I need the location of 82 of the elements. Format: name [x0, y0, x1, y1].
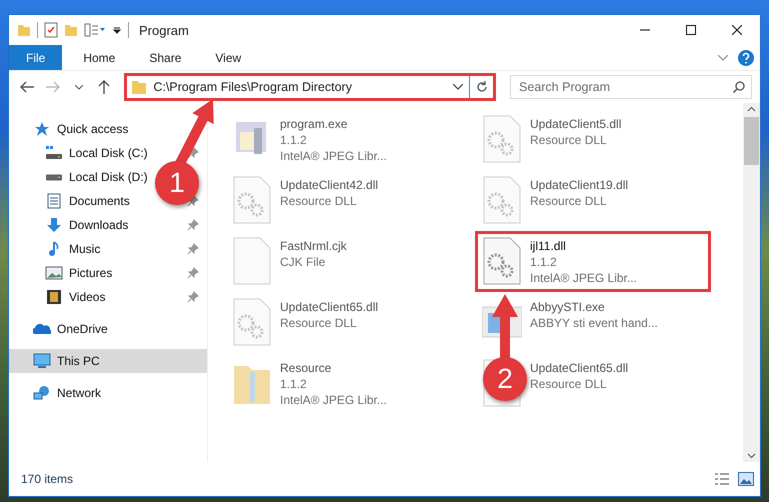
properties-icon[interactable]: [84, 23, 106, 37]
large-icons-view-icon[interactable]: [738, 472, 754, 486]
sidebar-item[interactable]: Pictures: [9, 261, 114, 285]
drive-icon: [45, 174, 63, 180]
step-badge: 1: [155, 161, 199, 205]
file-detail: Resource DLL: [280, 194, 358, 208]
ribbon-tab[interactable]: Home: [66, 45, 132, 70]
details-view-icon[interactable]: [714, 472, 730, 486]
film-icon: [45, 289, 63, 305]
star-icon: [33, 121, 51, 137]
monitor-icon: [33, 353, 51, 369]
file-detail: Resource DLL: [530, 133, 608, 147]
sidebar-item[interactable]: Local Disk (C:): [9, 141, 150, 165]
file-detail: CJK File: [280, 255, 326, 269]
cloud-icon: [33, 321, 51, 337]
file-detail: Resource DLL: [530, 194, 608, 208]
close-icon: [732, 25, 742, 35]
file-detail: Resource DLL: [280, 316, 358, 330]
forward-arrow-icon: [46, 81, 60, 93]
file-name[interactable]: ijl11.dll: [530, 239, 637, 253]
file-name[interactable]: program.exe: [280, 117, 387, 131]
ribbon-tab[interactable]: File: [9, 45, 62, 70]
file-name[interactable]: UpdateClient5.dll: [530, 117, 622, 131]
document-icon: [45, 193, 63, 209]
file-item[interactable]: ijl11.dll 1.1.2 IntelA® JPEG Libr...: [475, 231, 711, 292]
up-arrow-icon: [98, 80, 110, 94]
scroll-thumb[interactable]: [744, 117, 759, 165]
sidebar-item[interactable]: Local Disk (D:): [9, 165, 150, 189]
file-name[interactable]: UpdateClient65.dll: [530, 361, 628, 375]
file-detail: 1.1.2: [280, 377, 308, 391]
blank-file-icon: [232, 237, 272, 285]
gear-file-icon: [482, 115, 522, 163]
sidebar-item[interactable]: OneDrive: [9, 317, 110, 341]
address-bar[interactable]: C:\Program Files\Program Directory: [124, 73, 496, 101]
help-icon[interactable]: [738, 50, 754, 66]
ribbon-tab[interactable]: Share: [132, 45, 198, 70]
item-count: 170 items: [21, 472, 74, 486]
sidebar-item[interactable]: Quick access: [9, 117, 130, 141]
file-name[interactable]: Resource: [280, 361, 387, 375]
gear-file-icon: [482, 237, 522, 285]
gear-file-icon: [232, 176, 272, 224]
file-name[interactable]: UpdateClient19.dll: [530, 178, 628, 192]
window-title: Program: [139, 22, 189, 38]
refresh-icon: [476, 81, 488, 93]
file-name[interactable]: UpdateClient65.dll: [280, 300, 378, 314]
minimize-icon: [640, 29, 650, 31]
gear-file-icon: [232, 298, 272, 346]
picture-icon: [45, 265, 63, 281]
scrollbar[interactable]: [743, 103, 760, 462]
gear-file-icon: [482, 176, 522, 224]
sidebar-item[interactable]: Documents: [9, 189, 132, 213]
back-arrow-icon: [20, 81, 34, 93]
maximize-icon: [686, 25, 696, 35]
file-name[interactable]: AbbyySTI.exe: [530, 300, 658, 314]
search-icon: [733, 81, 746, 93]
file-detail: Resource DLL: [530, 377, 608, 391]
address-path: C:\Program Files\Program Directory: [153, 80, 353, 94]
folder-icon: [131, 79, 148, 95]
caret-icon[interactable]: [112, 25, 122, 35]
network-globe-icon: [33, 385, 51, 401]
chevron-down-icon[interactable]: [718, 54, 728, 60]
sidebar-item[interactable]: Videos: [9, 285, 108, 309]
file-detail: 1.1.2: [530, 255, 558, 269]
download-arrow-icon: [45, 217, 63, 233]
file-detail: IntelA® JPEG Libr...: [280, 149, 387, 163]
sidebar-item[interactable]: Downloads: [9, 213, 130, 237]
file-detail: 1.1.2: [280, 133, 308, 147]
file-name[interactable]: FastNrml.cjk: [280, 239, 347, 253]
file-detail: IntelA® JPEG Libr...: [280, 393, 387, 407]
sidebar-item[interactable]: Music: [9, 237, 102, 261]
step-badge: 2: [483, 357, 527, 401]
checklist-icon[interactable]: [44, 22, 58, 38]
chevron-down-icon: [453, 84, 464, 90]
drive-icon: [45, 145, 63, 161]
sidebar-item[interactable]: This PC: [9, 349, 207, 373]
search-field[interactable]: Search Program: [510, 75, 752, 99]
file-detail: IntelA® JPEG Libr...: [530, 271, 637, 285]
file-detail: ABBYY sti event hand...: [530, 316, 658, 330]
file-name[interactable]: UpdateClient42.dll: [280, 178, 378, 192]
ribbon-tab[interactable]: View: [198, 45, 258, 70]
sidebar-item[interactable]: Network: [9, 381, 104, 405]
chevron-down-icon: [74, 84, 83, 90]
